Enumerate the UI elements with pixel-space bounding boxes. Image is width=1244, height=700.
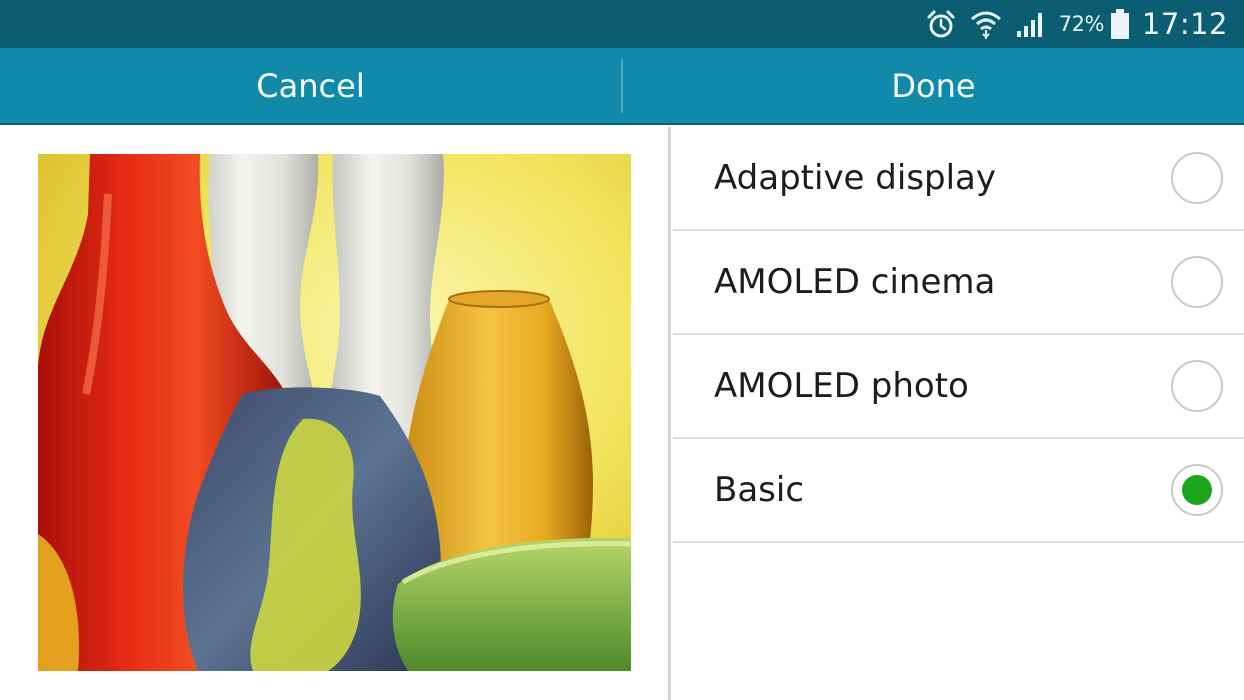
radio-button[interactable] <box>1171 464 1223 516</box>
alarm-icon <box>925 8 957 40</box>
option-label: Basic <box>714 470 805 510</box>
option-amoled-photo[interactable]: AMOLED photo <box>673 335 1244 439</box>
action-bar-divider <box>621 58 623 113</box>
action-bar: Cancel Done <box>0 48 1244 125</box>
cancel-button[interactable]: Cancel <box>0 48 621 123</box>
option-label: AMOLED cinema <box>714 262 996 302</box>
preview-image <box>38 154 631 671</box>
option-label: Adaptive display <box>714 158 997 198</box>
wifi-icon <box>969 8 1003 40</box>
preview-panel <box>0 127 668 700</box>
status-bar: 72% 17:12 <box>0 0 1244 48</box>
panel-divider <box>668 127 671 700</box>
signal-icon <box>1015 9 1047 39</box>
battery-icon <box>1110 8 1130 40</box>
status-clock: 17:12 <box>1141 7 1228 41</box>
option-basic[interactable]: Basic <box>673 439 1244 543</box>
display-mode-list: Adaptive display AMOLED cinema AMOLED ph… <box>673 127 1244 543</box>
radio-button[interactable] <box>1171 256 1223 308</box>
radio-button[interactable] <box>1171 152 1223 204</box>
option-amoled-cinema[interactable]: AMOLED cinema <box>673 231 1244 335</box>
battery-percent: 72% <box>1058 12 1105 36</box>
radio-button[interactable] <box>1171 360 1223 412</box>
done-button[interactable]: Done <box>623 48 1244 123</box>
option-label: AMOLED photo <box>714 366 969 406</box>
option-adaptive-display[interactable]: Adaptive display <box>673 127 1244 231</box>
